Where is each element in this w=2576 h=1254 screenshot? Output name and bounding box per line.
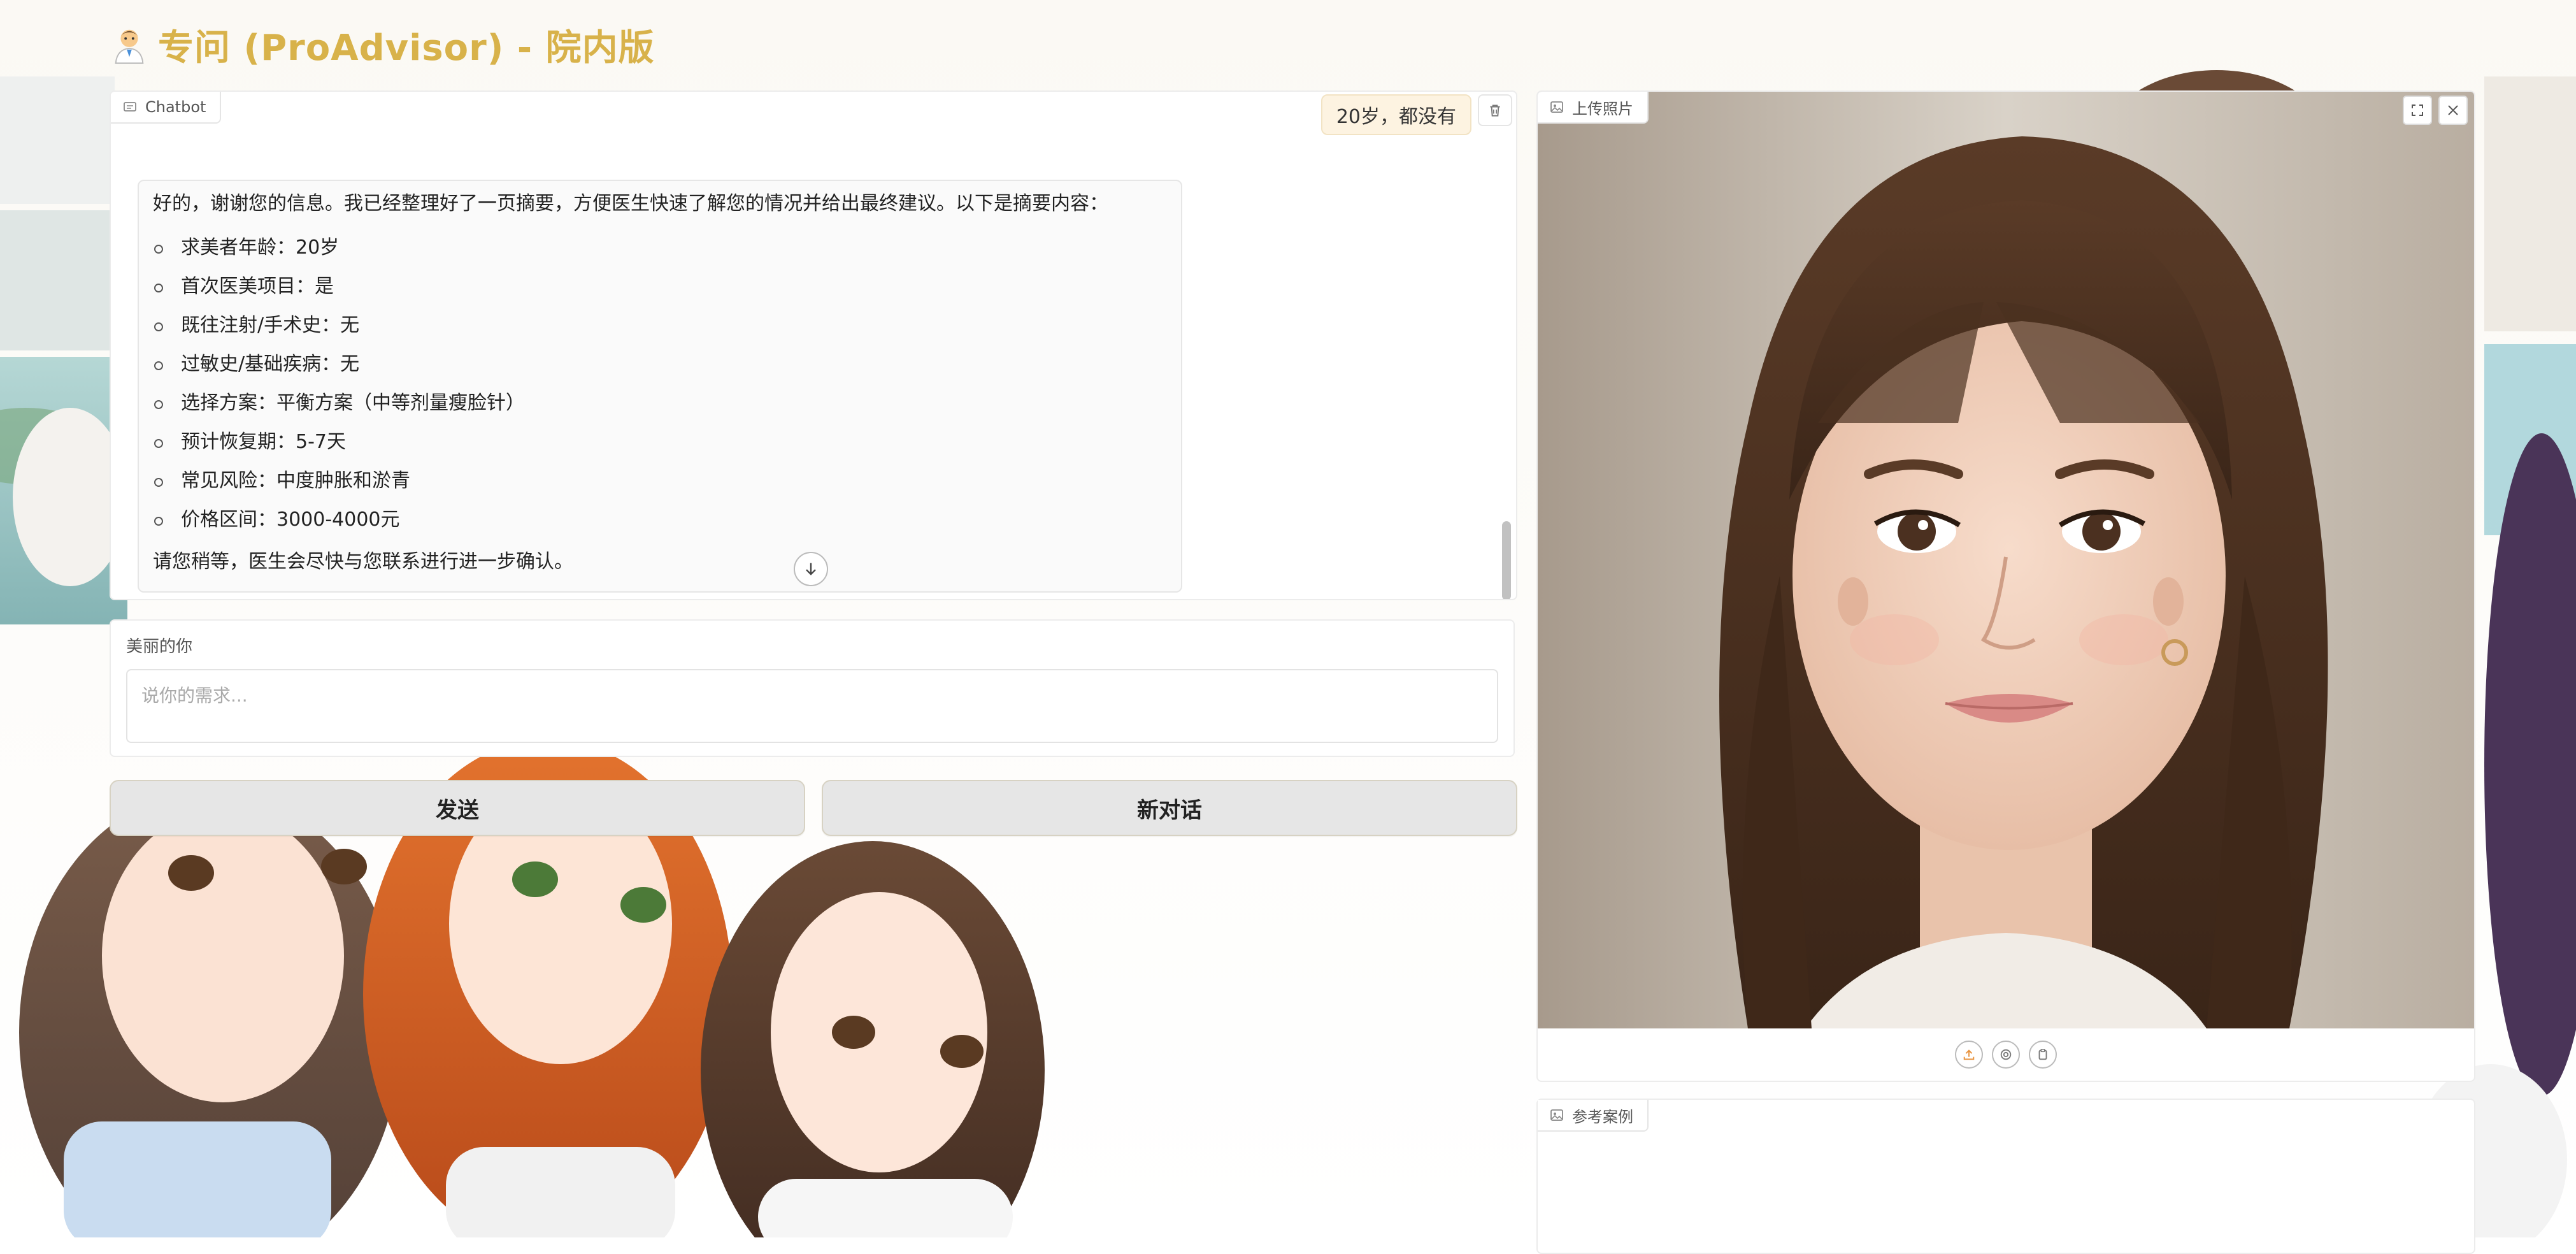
upload-label-text: 上传照片 — [1572, 99, 1633, 118]
list-item: 既往注射/手术史：无 — [153, 306, 1167, 345]
page-title: 专问 (ProAdvisor) - 院内版 — [158, 27, 655, 69]
summary-list: 求美者年龄：20岁 首次医美项目：是 既往注射/手术史：无 过敏史/基础疾病：无… — [153, 228, 1167, 539]
message-input[interactable] — [126, 669, 1498, 743]
list-item: 首次医美项目：是 — [153, 267, 1167, 306]
arrow-down-icon — [806, 563, 816, 575]
fullscreen-button[interactable] — [2403, 96, 2432, 125]
list-item: 预计恢复期：5-7天 — [153, 422, 1167, 461]
paste-clipboard-button[interactable] — [2029, 1041, 2057, 1069]
camera-icon — [2000, 1049, 2012, 1060]
app-title: 专问 (ProAdvisor) - 院内版 — [110, 19, 655, 70]
bot-message-outro: 请您稍等，医生会尽快与您联系进行进一步确认。 — [153, 551, 573, 573]
clear-photo-button[interactable] — [2438, 96, 2468, 125]
chatbot-label-text: Chatbot — [145, 98, 206, 116]
chatbot-label: Chatbot — [111, 92, 222, 124]
webcam-button[interactable] — [1992, 1041, 2020, 1069]
list-item: 求美者年龄：20岁 — [153, 228, 1167, 267]
chatbot-panel: Chatbot 20岁，都没有 好的，谢谢您的信息。我已经整理好了一页摘要，方便… — [110, 90, 1517, 600]
user-message: 20岁，都没有 — [1320, 94, 1471, 135]
input-label: 美丽的你 — [126, 637, 193, 656]
photo-source-actions — [1538, 1034, 2474, 1076]
scroll-to-bottom-button[interactable] — [794, 552, 828, 586]
reference-cases-panel: 参考案例 — [1536, 1099, 2475, 1254]
clear-chat-button[interactable] — [1478, 94, 1512, 126]
upload-icon — [1963, 1049, 1975, 1060]
upload-label: 上传照片 — [1538, 92, 1649, 124]
chat-scrollbar[interactable] — [1499, 129, 1513, 599]
upload-file-button[interactable] — [1955, 1041, 1983, 1069]
list-item: 过敏史/基础疾病：无 — [153, 345, 1167, 384]
portrait-photo — [1538, 92, 2474, 1028]
fullscreen-icon — [2412, 104, 2423, 116]
doctor-emoji-icon — [115, 29, 144, 64]
photo-toolbar — [2403, 96, 2468, 125]
list-item: 常见风险：中度肿胀和淤青 — [153, 461, 1167, 500]
list-item: 价格区间：3000-4000元 — [153, 500, 1167, 539]
clipboard-icon — [2038, 1049, 2047, 1060]
list-item: 选择方案：平衡方案（中等剂量瘦脸针） — [153, 384, 1167, 422]
upload-photo-panel: 上传照片 — [1536, 90, 2475, 1082]
image-icon — [1550, 1109, 1563, 1121]
chat-scrollbar-thumb[interactable] — [1502, 521, 1511, 599]
message-input-panel: 美丽的你 — [110, 619, 1515, 757]
image-icon — [1550, 101, 1563, 113]
uploaded-photo — [1538, 92, 2474, 1028]
bot-message: 好的，谢谢您的信息。我已经整理好了一页摘要，方便医生快速了解您的情况并给出最终建… — [138, 180, 1182, 593]
chat-icon — [124, 102, 136, 112]
trash-icon — [1490, 104, 1500, 117]
bot-message-intro: 好的，谢谢您的信息。我已经整理好了一页摘要，方便医生快速了解您的情况并给出最终建… — [153, 192, 1108, 215]
send-button[interactable]: 发送 — [110, 780, 805, 836]
reference-label: 参考案例 — [1538, 1100, 1649, 1132]
close-icon — [2448, 105, 2458, 115]
reference-label-text: 参考案例 — [1572, 1107, 1633, 1126]
new-chat-button[interactable]: 新对话 — [822, 780, 1517, 836]
